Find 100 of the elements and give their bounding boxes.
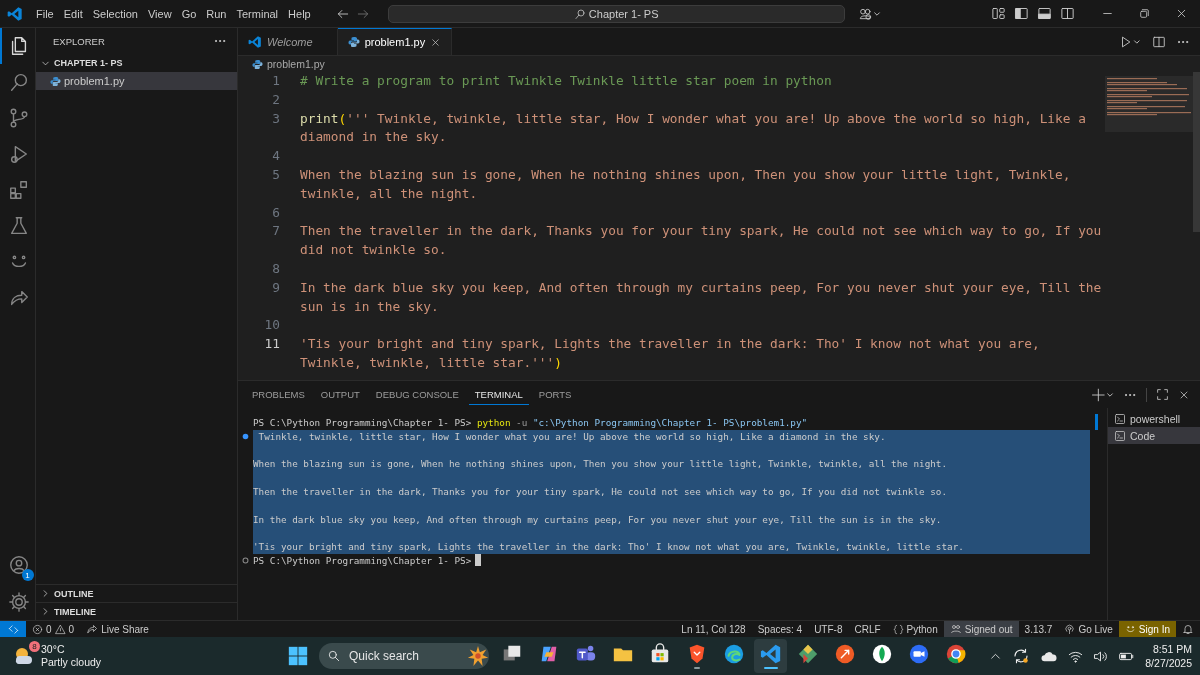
code-line: Then the traveller in the dark, Thanks you for your tiny spark, He could not see which way to go, If you did not twinkle so. — [300, 222, 1103, 260]
menu-item[interactable]: File — [31, 5, 59, 22]
scrollbar-thumb[interactable] — [1193, 72, 1200, 232]
sparkle-icon — [467, 645, 489, 667]
clock-time[interactable]: 8:51 PM — [1152, 642, 1192, 656]
line-number: 1 — [271, 72, 281, 90]
terminal-line: PS C:\Python Programming\Chapter 1- PS> — [253, 553, 472, 568]
start-icon[interactable] — [287, 645, 309, 667]
menu-item[interactable]: Go — [176, 5, 202, 22]
error-icon — [32, 623, 43, 635]
terminal-line: Twinkle, twinkle, little star, How I wonder what you are! Up above the world so high, Like a diamond in the sky. — [257, 429, 886, 444]
status-item[interactable]: Ln 11, Col 128 — [675, 621, 752, 637]
go-live-button[interactable]: Go Live — [1058, 621, 1119, 637]
volume-icon[interactable] — [1093, 648, 1109, 664]
terminal-line: 'Tis your bright and tiny spark, Lights the traveller in the dark: Tho' I know not what you are, Twinkle, twinkle, little star. — [253, 540, 964, 554]
file-tree-item[interactable]: problem1.py — [36, 72, 237, 90]
terminal-icon — [1114, 429, 1126, 442]
line-number: 10 — [263, 316, 281, 335]
settings-icon[interactable] — [7, 591, 30, 613]
account-icon[interactable] — [7, 554, 30, 576]
terminal-icon — [1114, 412, 1126, 425]
leaf-icon[interactable] — [870, 643, 893, 665]
section-header[interactable]: OUTLINE — [36, 584, 237, 602]
status-item[interactable]: Spaces: 4 — [751, 621, 809, 637]
maximize-icon[interactable] — [1156, 388, 1169, 401]
menu-item[interactable]: Edit — [58, 5, 88, 22]
share-arrow-icon — [86, 623, 99, 635]
toggle-sidebar-icon[interactable] — [1014, 6, 1029, 21]
search-field[interactable]: Quick search — [347, 648, 461, 664]
toggle-panel-icon[interactable] — [1037, 6, 1052, 21]
blocks-icon[interactable] — [7, 179, 30, 201]
close-icon[interactable] — [430, 36, 442, 48]
panel-tab[interactable]: OUTPUT — [314, 384, 366, 405]
terminal-list-item[interactable]: powershell — [1108, 410, 1200, 427]
broadcast-icon — [1064, 623, 1076, 635]
panel-tab[interactable]: DEBUG CONSOLE — [369, 384, 465, 405]
code-logo-icon — [7, 5, 23, 22]
weather-condition: Partly cloudy — [41, 656, 102, 669]
menu-item[interactable]: Terminal — [231, 5, 284, 22]
line-number: 4 — [271, 147, 281, 166]
browser-logo-icon[interactable] — [944, 643, 967, 665]
live-share-button[interactable]: Live Share — [80, 621, 155, 637]
line-number: 2 — [271, 90, 281, 109]
terminal-list-item[interactable]: Code — [1108, 427, 1200, 444]
menu-item[interactable]: View — [142, 5, 177, 22]
sync-icon[interactable] — [1012, 647, 1031, 665]
language-button[interactable]: Python — [886, 621, 944, 637]
cloud-icon[interactable] — [1040, 649, 1059, 663]
video-camera-icon[interactable] — [907, 643, 930, 665]
scrollbar-thumb[interactable] — [1095, 414, 1098, 430]
search-icon — [327, 649, 341, 663]
line-number: 3 — [271, 109, 281, 128]
menu-item[interactable]: Run — [201, 5, 232, 22]
terminal-line: When the blazing sun is gone, When he nothing shines upon, Then you show your little light, Twinkle, twinkle, all the night. — [253, 457, 948, 472]
status-item[interactable]: UTF-8 — [808, 621, 849, 637]
code-logo-icon — [248, 35, 262, 49]
menu-item[interactable]: Help — [283, 5, 316, 22]
clock-date[interactable]: 8/27/2025 — [1145, 656, 1192, 670]
code-logo-icon[interactable] — [759, 643, 782, 665]
run-icon[interactable] — [1120, 34, 1142, 49]
problems-button[interactable]: 0 0 — [26, 621, 81, 637]
status-item[interactable]: CRLF — [848, 621, 887, 637]
restore-icon[interactable] — [1138, 7, 1151, 20]
code-line: # Write a program to print Twinkle Twinkle little star poem in python — [300, 72, 833, 90]
breadcrumb[interactable]: problem1.py — [267, 58, 325, 70]
panel-tab[interactable]: PORTS — [532, 384, 578, 405]
python-file-icon — [252, 58, 263, 70]
smile-icon — [1124, 623, 1136, 635]
diamond-icon[interactable] — [796, 643, 819, 665]
people-icon — [949, 623, 962, 635]
code-line: In the dark blue sky you keep, And often through my curtains peep, For you never shut your eye, Till the sun is in the sky. — [300, 278, 1103, 316]
folder-item[interactable]: CHAPTER 1- PS — [36, 54, 237, 72]
braces-icon — [892, 623, 904, 635]
python-file-icon — [347, 36, 360, 48]
customize-layout-icon[interactable] — [991, 6, 1006, 21]
menu-item[interactable]: Selection — [87, 5, 143, 22]
warning-icon — [54, 623, 66, 635]
add-terminal-icon[interactable] — [1092, 387, 1114, 402]
line-number: 6 — [271, 203, 281, 222]
taskbar-search[interactable]: Quick search — [319, 643, 489, 669]
split-editor-icon[interactable] — [1152, 34, 1166, 49]
sign-in-button[interactable]: Sign In — [1118, 621, 1176, 637]
split-layout-icon[interactable] — [1060, 6, 1075, 21]
sidebar-title: EXPLORER — [53, 35, 105, 47]
code-line: When the blazing sun is gone, When he nothing shines upon, Then you show your little light, Twinkle, twinkle, all the night. — [300, 166, 1072, 203]
accounts-button[interactable]: Signed out — [943, 621, 1019, 637]
command-center[interactable]: Chapter 1- PS — [387, 4, 845, 23]
wave-icon[interactable] — [722, 643, 745, 665]
remote-icon — [7, 623, 19, 635]
line-number: 7 — [271, 222, 281, 241]
code-line: print(''' Twinkle, twinkle, little star, How I wonder what you are! Up above the world so high, Like a diamond in the sky. — [300, 109, 1087, 147]
editor-tab[interactable]: problem1.py — [337, 28, 453, 55]
panel-tab[interactable]: PROBLEMS — [246, 384, 311, 405]
temperature: 30°C — [41, 643, 66, 656]
bell-icon — [1182, 623, 1194, 635]
terminal-line: PS C:\Python Programming\Chapter 1- PS> python -u "c:\Python Programming\Chapter 1- PS\problem1.py" — [253, 416, 808, 430]
close-icon[interactable] — [1175, 7, 1188, 20]
panel-tab[interactable]: TERMINAL — [468, 384, 529, 405]
status-item[interactable]: 3.13.7 — [1018, 621, 1059, 637]
notification-badge: 1 — [21, 569, 34, 581]
